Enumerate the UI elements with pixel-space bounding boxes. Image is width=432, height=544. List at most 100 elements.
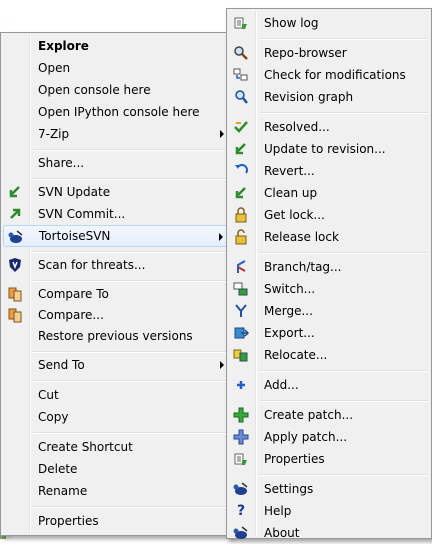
menu-item-label: Delete: [38, 462, 78, 476]
relocate-icon: [233, 347, 249, 363]
menu-item-add[interactable]: Add...: [229, 374, 429, 396]
menu-item-settings[interactable]: Settings: [229, 478, 429, 500]
submenu-arrow-icon: [220, 130, 224, 138]
menu-item-svn-commit[interactable]: SVN Commit...: [3, 203, 229, 225]
menu-item-label: Compare...: [38, 308, 104, 322]
menu-item-release-lock[interactable]: Release lock: [229, 226, 429, 248]
menu-item-label: Relocate...: [264, 348, 328, 362]
menu-item-compare[interactable]: Compare...: [3, 304, 229, 326]
submenu-arrow-icon: [219, 233, 223, 241]
menu-separator: [259, 112, 428, 114]
settings-icon: [233, 481, 249, 497]
menu-separator: [259, 474, 428, 476]
lock-icon: [233, 207, 249, 223]
svn-update-icon: [7, 184, 23, 200]
menu-item-share[interactable]: Share...: [3, 152, 229, 174]
shield-icon: [7, 257, 23, 273]
menu-item-compare-to[interactable]: Compare To: [3, 283, 229, 305]
menu-item-label: Explore: [38, 39, 89, 53]
menu-item-get-lock[interactable]: Get lock...: [229, 204, 429, 226]
menu-item-label: Cut: [38, 388, 59, 402]
menu-item-copy[interactable]: Copy: [3, 406, 229, 428]
menu-item-label: 7-Zip: [38, 127, 70, 141]
menu-item-label: Update to revision...: [264, 142, 386, 156]
menu-item-merge[interactable]: Merge...: [229, 300, 429, 322]
create-patch-icon: [233, 407, 249, 423]
menu-separator: [33, 380, 228, 382]
menu-item-label: Merge...: [264, 304, 313, 318]
menu-item-label: Restore previous versions: [38, 329, 193, 343]
menu-item-label: Properties: [38, 514, 99, 528]
menu-item-open-ipython[interactable]: Open IPython console here: [3, 101, 229, 123]
menu-item-create-shortcut[interactable]: Create Shortcut: [3, 436, 229, 458]
menu-item-tortoisesvn[interactable]: TortoiseSVN: [3, 225, 229, 247]
menu-item-show-log[interactable]: Show log: [229, 12, 429, 34]
menu-separator: [259, 252, 428, 254]
menu-item-rename[interactable]: Rename: [3, 480, 229, 502]
menu-item-relocate[interactable]: Relocate...: [229, 344, 429, 366]
menu-item-create-patch[interactable]: Create patch...: [229, 404, 429, 426]
menu-item-label: Add...: [264, 378, 299, 392]
menu-item-export[interactable]: Export...: [229, 322, 429, 344]
menu-item-repo-browser[interactable]: Repo-browser: [229, 42, 429, 64]
tortoise-icon: [8, 229, 24, 245]
properties-icon: [233, 451, 249, 467]
menu-item-7zip[interactable]: 7-Zip: [3, 123, 229, 145]
menu-item-label: Repo-browser: [264, 46, 347, 60]
menu-item-label: Settings: [264, 482, 314, 496]
menu-item-label: Branch/tag...: [264, 260, 342, 274]
menu-separator: [33, 149, 228, 151]
menu-item-switch[interactable]: Switch...: [229, 278, 429, 300]
menu-item-label: About: [264, 526, 300, 540]
menu-item-svn-update[interactable]: SVN Update: [3, 181, 229, 203]
magnifier-icon: [233, 45, 249, 61]
menu-item-resolved[interactable]: Resolved...: [229, 116, 429, 138]
apply-patch-icon: [233, 429, 249, 445]
menu-item-cut[interactable]: Cut: [3, 384, 229, 406]
menu-item-apply-patch[interactable]: Apply patch...: [229, 426, 429, 448]
menu-item-scan[interactable]: Scan for threats...: [3, 254, 229, 276]
menu-item-branch-tag[interactable]: Branch/tag...: [229, 256, 429, 278]
menu-item-clean-up[interactable]: Clean up: [229, 182, 429, 204]
help-icon: ?: [236, 503, 246, 519]
menu-item-label: Release lock: [264, 230, 339, 244]
menu-item-open-console[interactable]: Open console here: [3, 79, 229, 101]
menu-item-explore[interactable]: Explore: [3, 35, 229, 57]
context-menu: Explore Open Open console here Open IPyt…: [0, 32, 232, 536]
menu-item-label: SVN Update: [38, 185, 111, 199]
menu-item-delete[interactable]: Delete: [3, 458, 229, 480]
menu-separator: [33, 351, 228, 353]
branch-icon: [233, 259, 249, 275]
menu-item-label: Resolved...: [264, 120, 330, 134]
menu-item-restore[interactable]: Restore previous versions: [3, 325, 229, 347]
menu-item-update-revision[interactable]: Update to revision...: [229, 138, 429, 160]
menu-item-open[interactable]: Open: [3, 57, 229, 79]
menu-item-label: Revision graph: [264, 90, 354, 104]
menu-item-send-to[interactable]: Send To: [3, 354, 229, 376]
menu-item-label: Revert...: [264, 164, 315, 178]
menu-item-label: Open: [38, 61, 71, 75]
menu-separator: [33, 432, 228, 434]
menu-item-label: Copy: [38, 410, 69, 424]
menu-separator: [259, 400, 428, 402]
check-modifications-icon: [233, 67, 249, 83]
menu-item-label: Apply patch...: [264, 430, 348, 444]
menu-item-properties-svn[interactable]: Properties: [229, 448, 429, 470]
menu-item-check-mods[interactable]: Check for modifications: [229, 64, 429, 86]
menu-item-label: Compare To: [38, 287, 109, 301]
unlock-icon: [233, 229, 249, 245]
menu-item-revision-graph[interactable]: Revision graph: [229, 86, 429, 108]
menu-item-help[interactable]: ? Help: [229, 500, 429, 522]
log-icon: [233, 15, 249, 31]
menu-item-label: Share...: [38, 156, 85, 170]
menu-item-label: Check for modifications: [264, 68, 406, 82]
menu-item-label: Rename: [38, 484, 88, 498]
menu-item-properties[interactable]: Properties: [3, 510, 229, 532]
menu-item-revert[interactable]: Revert...: [229, 160, 429, 182]
resolved-icon: [233, 119, 249, 135]
menu-separator: [33, 506, 228, 508]
menu-separator: [33, 251, 228, 253]
menu-item-about[interactable]: About: [229, 522, 429, 544]
menu-separator: [259, 38, 428, 40]
submenu-arrow-icon: [220, 361, 224, 369]
